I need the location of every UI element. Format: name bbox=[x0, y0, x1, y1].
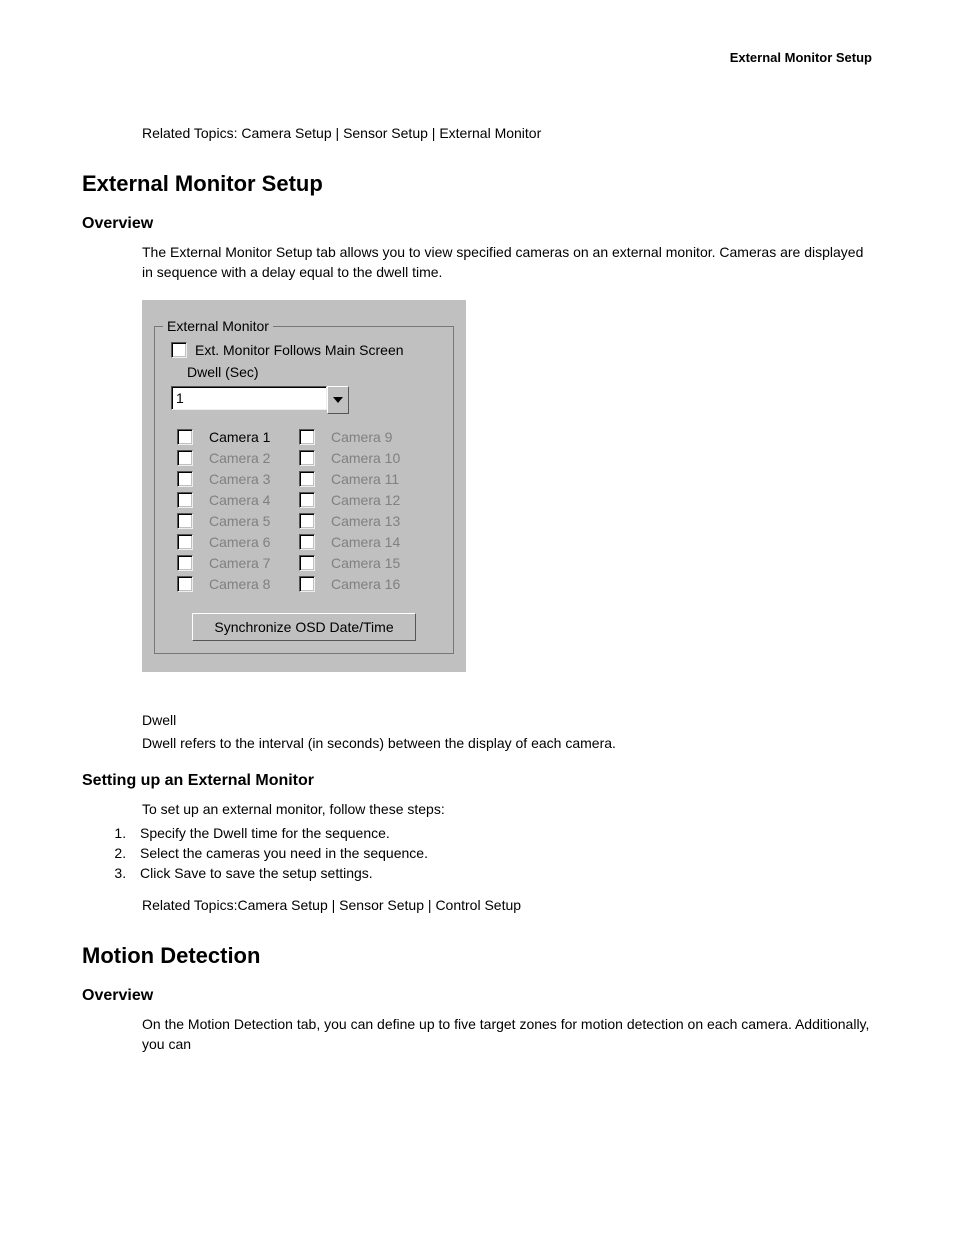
camera-column-right: Camera 9 Camera 10 Camera 11 Camera 12 Camer… bbox=[299, 424, 421, 597]
checkbox-icon[interactable] bbox=[171, 342, 187, 358]
related-link[interactable]: Camera Setup bbox=[237, 897, 327, 913]
camera-label: Camera 14 bbox=[331, 534, 400, 550]
dwell-definition: Dwell refers to the interval (in seconds… bbox=[142, 734, 872, 754]
camera-checkbox-row[interactable]: Camera 15 bbox=[299, 555, 421, 571]
camera-column-left: Camera 1 Camera 2 Camera 3 Camera 4 Camera 5… bbox=[177, 424, 299, 597]
overview-paragraph: The External Monitor Setup tab allows yo… bbox=[142, 243, 872, 282]
section-heading-motion-detection: Motion Detection bbox=[82, 943, 872, 969]
related-link[interactable]: Sensor Setup bbox=[339, 897, 424, 913]
checkbox-icon[interactable] bbox=[299, 576, 315, 592]
checkbox-icon[interactable] bbox=[299, 513, 315, 529]
checkbox-icon[interactable] bbox=[299, 450, 315, 466]
related-prefix: Related Topics: bbox=[142, 125, 241, 141]
checkbox-icon[interactable] bbox=[299, 534, 315, 550]
groupbox-legend: External Monitor bbox=[163, 318, 273, 334]
camera-checkbox-row[interactable]: Camera 6 bbox=[177, 534, 299, 550]
related-link[interactable]: External Monitor bbox=[439, 125, 541, 141]
dwell-dropdown-button[interactable] bbox=[327, 386, 349, 414]
camera-label: Camera 16 bbox=[331, 576, 400, 592]
related-link[interactable]: Camera Setup bbox=[241, 125, 331, 141]
checkbox-icon[interactable] bbox=[177, 513, 193, 529]
checkbox-icon[interactable] bbox=[177, 555, 193, 571]
checkbox-icon[interactable] bbox=[177, 576, 193, 592]
subheading-overview-motion: Overview bbox=[82, 987, 872, 1005]
camera-checkbox-row[interactable]: Camera 16 bbox=[299, 576, 421, 592]
checkbox-icon[interactable] bbox=[299, 555, 315, 571]
camera-label: Camera 12 bbox=[331, 492, 400, 508]
camera-label: Camera 2 bbox=[209, 450, 270, 466]
camera-checkbox-row[interactable]: Camera 10 bbox=[299, 450, 421, 466]
checkbox-icon[interactable] bbox=[177, 450, 193, 466]
camera-label: Camera 11 bbox=[331, 471, 399, 487]
camera-checkbox-row[interactable]: Camera 9 bbox=[299, 429, 421, 445]
follows-main-row[interactable]: Ext. Monitor Follows Main Screen bbox=[171, 342, 445, 358]
synchronize-button[interactable]: Synchronize OSD Date/Time bbox=[192, 613, 416, 641]
setup-steps: Specify the Dwell time for the sequence.… bbox=[82, 825, 872, 881]
camera-label: Camera 4 bbox=[209, 492, 270, 508]
camera-checkbox-row[interactable]: Camera 4 bbox=[177, 492, 299, 508]
subheading-overview: Overview bbox=[82, 215, 872, 233]
external-monitor-dialog: External Monitor Ext. Monitor Follows Ma… bbox=[142, 300, 466, 672]
related-link[interactable]: Sensor Setup bbox=[343, 125, 428, 141]
camera-checkbox-row[interactable]: Camera 1 bbox=[177, 429, 299, 445]
camera-checkbox-row[interactable]: Camera 2 bbox=[177, 450, 299, 466]
dwell-combo[interactable]: 1 bbox=[171, 386, 349, 414]
follows-main-label: Ext. Monitor Follows Main Screen bbox=[195, 342, 404, 358]
checkbox-icon[interactable] bbox=[177, 429, 193, 445]
checkbox-icon[interactable] bbox=[177, 492, 193, 508]
related-link[interactable]: Control Setup bbox=[435, 897, 521, 913]
camera-checkbox-row[interactable]: Camera 8 bbox=[177, 576, 299, 592]
checkbox-icon[interactable] bbox=[177, 534, 193, 550]
camera-label: Camera 9 bbox=[331, 429, 392, 445]
camera-checkbox-row[interactable]: Camera 3 bbox=[177, 471, 299, 487]
setup-step: Select the cameras you need in the seque… bbox=[130, 845, 872, 861]
chevron-down-icon bbox=[333, 397, 343, 403]
camera-checkbox-row[interactable]: Camera 7 bbox=[177, 555, 299, 571]
subheading-setup: Setting up an External Monitor bbox=[82, 772, 872, 790]
camera-label: Camera 13 bbox=[331, 513, 400, 529]
dwell-value-input[interactable]: 1 bbox=[171, 386, 327, 410]
checkbox-icon[interactable] bbox=[299, 471, 315, 487]
camera-checkbox-row[interactable]: Camera 13 bbox=[299, 513, 421, 529]
camera-label: Camera 6 bbox=[209, 534, 270, 550]
checkbox-icon[interactable] bbox=[299, 492, 315, 508]
page-header-title: External Monitor Setup bbox=[82, 50, 872, 65]
camera-checkbox-row[interactable]: Camera 5 bbox=[177, 513, 299, 529]
camera-label: Camera 3 bbox=[209, 471, 270, 487]
checkbox-icon[interactable] bbox=[299, 429, 315, 445]
external-monitor-groupbox: External Monitor Ext. Monitor Follows Ma… bbox=[154, 318, 454, 654]
camera-label: Camera 15 bbox=[331, 555, 400, 571]
checkbox-icon[interactable] bbox=[177, 471, 193, 487]
dwell-term: Dwell bbox=[142, 712, 872, 728]
related-topics-bottom: Related Topics:Camera Setup | Sensor Set… bbox=[142, 897, 872, 913]
camera-label: Camera 10 bbox=[331, 450, 400, 466]
setup-intro: To set up an external monitor, follow th… bbox=[142, 800, 872, 820]
camera-checkbox-row[interactable]: Camera 11 bbox=[299, 471, 421, 487]
setup-step: Specify the Dwell time for the sequence. bbox=[130, 825, 872, 841]
camera-label: Camera 7 bbox=[209, 555, 270, 571]
related-topics-top: Related Topics: Camera Setup | Sensor Se… bbox=[142, 125, 872, 141]
related-prefix: Related Topics: bbox=[142, 897, 237, 913]
dwell-label: Dwell (Sec) bbox=[187, 364, 445, 380]
camera-label: Camera 8 bbox=[209, 576, 270, 592]
camera-label: Camera 1 bbox=[209, 429, 270, 445]
section-heading-external-monitor: External Monitor Setup bbox=[82, 171, 872, 197]
setup-step: Click Save to save the setup settings. bbox=[130, 865, 872, 881]
camera-checkbox-row[interactable]: Camera 12 bbox=[299, 492, 421, 508]
camera-checkbox-row[interactable]: Camera 14 bbox=[299, 534, 421, 550]
camera-label: Camera 5 bbox=[209, 513, 270, 529]
motion-overview-paragraph: On the Motion Detection tab, you can def… bbox=[142, 1015, 872, 1054]
